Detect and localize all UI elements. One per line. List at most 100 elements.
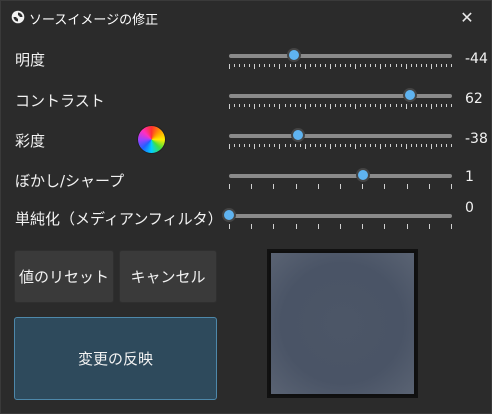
tick-mark <box>320 64 321 67</box>
tick-mark <box>340 104 341 107</box>
apply-button[interactable]: 変更の反映 <box>14 317 217 400</box>
tick-mark <box>390 64 391 67</box>
tick-mark <box>385 144 386 147</box>
tick-mark <box>325 144 326 147</box>
tick-mark <box>451 104 452 107</box>
brightness-value: -44 <box>465 51 488 67</box>
tick-mark <box>411 144 412 147</box>
tick-mark <box>396 64 397 67</box>
tick-mark <box>416 104 417 107</box>
tick-mark <box>229 184 230 189</box>
tick-mark <box>340 64 341 67</box>
tick-mark <box>264 104 265 107</box>
tick-mark <box>300 64 301 67</box>
tick-mark <box>446 144 447 147</box>
tick-mark <box>370 64 371 67</box>
blur-sharpen-value: 1 <box>465 169 474 185</box>
tick-mark <box>264 64 265 67</box>
reset-button[interactable]: 値のリセット <box>14 250 114 303</box>
tick-mark <box>431 104 432 109</box>
tick-mark <box>320 104 321 107</box>
tick-mark <box>441 104 442 107</box>
tick-mark <box>370 144 371 147</box>
brightness-label: 明度 <box>15 51 46 69</box>
saturation-slider[interactable] <box>229 125 452 149</box>
tick-mark <box>244 64 245 67</box>
tick-mark <box>279 104 280 109</box>
tick-mark <box>407 224 408 229</box>
color-wheel-icon[interactable] <box>138 126 165 153</box>
tick-mark <box>426 104 427 107</box>
contrast-thumb[interactable] <box>402 88 417 102</box>
tick-mark <box>340 224 341 229</box>
saturation-thumb[interactable] <box>291 128 306 142</box>
tick-mark <box>279 144 280 149</box>
median-filter-thumb[interactable] <box>222 208 236 222</box>
tick-mark <box>249 64 250 67</box>
tick-mark <box>365 144 366 147</box>
tick-mark <box>335 104 336 107</box>
tick-mark <box>411 104 412 107</box>
tick-mark <box>296 224 297 229</box>
tick-mark <box>325 104 326 107</box>
median-filter-slider[interactable] <box>222 205 452 230</box>
tick-mark <box>320 144 321 147</box>
tick-mark <box>290 104 291 107</box>
tick-mark <box>269 64 270 67</box>
tick-mark <box>345 144 346 147</box>
tick-mark <box>355 104 356 109</box>
tick-mark <box>234 144 235 147</box>
contrast-slider[interactable] <box>229 85 452 109</box>
tick-mark <box>446 64 447 67</box>
tick-mark <box>406 144 407 149</box>
tick-mark <box>290 144 291 147</box>
tick-mark <box>345 64 346 67</box>
tick-mark <box>429 224 430 229</box>
tick-mark <box>290 64 291 67</box>
tick-mark <box>426 144 427 147</box>
brightness-track <box>229 54 452 58</box>
saturation-ticks <box>229 144 452 150</box>
tick-mark <box>431 64 432 69</box>
window-title: ソースイメージの修正 <box>29 13 159 28</box>
tick-mark <box>315 144 316 147</box>
tick-mark <box>406 64 407 69</box>
tick-mark <box>273 184 274 189</box>
tick-mark <box>446 104 447 107</box>
brightness-slider[interactable] <box>229 45 452 69</box>
tick-mark <box>310 64 311 67</box>
blur-sharpen-slider[interactable] <box>229 165 452 189</box>
median-filter-label: 単純化（メディアンフィルタ） <box>15 210 223 228</box>
tick-mark <box>330 64 331 69</box>
close-button[interactable]: ✕ <box>453 4 481 30</box>
tick-mark <box>451 224 452 229</box>
tick-mark <box>229 104 230 109</box>
median-filter-track <box>229 214 452 218</box>
blur-sharpen-thumb[interactable] <box>355 168 370 182</box>
tick-mark <box>421 144 422 147</box>
tick-mark <box>229 224 230 229</box>
tick-mark <box>229 64 230 69</box>
tick-mark <box>360 104 361 107</box>
tick-mark <box>251 224 252 229</box>
tick-mark <box>355 64 356 69</box>
tick-mark <box>426 64 427 67</box>
tick-mark <box>396 144 397 147</box>
tick-mark <box>416 144 417 147</box>
tick-mark <box>407 184 408 189</box>
cancel-button[interactable]: キャンセル <box>119 250 217 303</box>
tick-mark <box>254 104 255 109</box>
blur-sharpen-label: ぼかし/シャープ <box>15 172 125 190</box>
median-filter-ticks <box>229 224 452 230</box>
tick-mark <box>259 104 260 107</box>
tick-mark <box>390 104 391 107</box>
tick-mark <box>285 144 286 147</box>
tick-mark <box>384 184 385 189</box>
tick-mark <box>380 144 381 149</box>
tick-mark <box>429 184 430 189</box>
preview-image <box>267 249 418 398</box>
tick-mark <box>310 104 311 107</box>
brightness-thumb[interactable] <box>286 48 301 62</box>
blur-sharpen-track <box>229 174 452 178</box>
tick-mark <box>350 64 351 67</box>
